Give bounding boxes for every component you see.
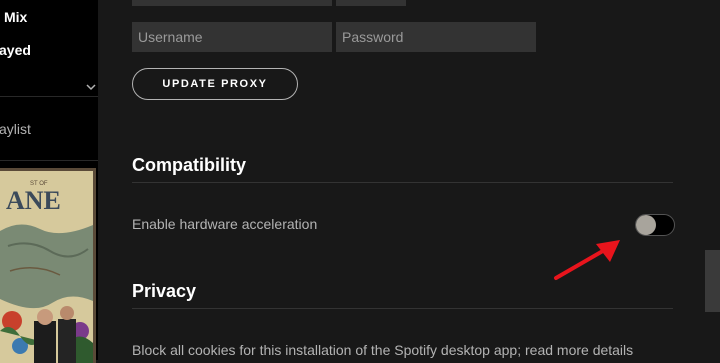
sidebar-item-mix[interactable]: Mix <box>4 9 27 25</box>
scrollbar-thumb[interactable] <box>705 250 720 312</box>
chevron-down-icon[interactable] <box>84 80 98 94</box>
album-cover-art[interactable]: ANE ST OF <box>0 168 96 363</box>
settings-panel: UPDATE PROXY Compatibility Enable hardwa… <box>98 0 720 360</box>
block-cookies-label: Block all cookies for this installation … <box>132 342 634 358</box>
sidebar-item-recently-played[interactable]: ayed <box>0 42 31 58</box>
privacy-heading: Privacy <box>132 281 197 301</box>
sidebar-divider <box>0 160 98 161</box>
sidebar-divider <box>0 96 98 97</box>
svg-text:ST OF: ST OF <box>30 181 48 187</box>
section-divider <box>132 182 673 183</box>
hardware-acceleration-label: Enable hardware acceleration <box>132 216 318 232</box>
sidebar: Mix ayed aylist ANE ST OF <box>0 0 98 363</box>
proxy-host-field[interactable] <box>132 0 332 6</box>
proxy-port-field[interactable] <box>336 0 406 6</box>
hardware-acceleration-toggle[interactable] <box>635 214 675 236</box>
username-field[interactable] <box>132 22 332 52</box>
album-artwork-image: ANE ST OF <box>0 171 93 363</box>
compatibility-heading: Compatibility <box>132 155 247 175</box>
update-proxy-button[interactable]: UPDATE PROXY <box>132 68 298 100</box>
password-field[interactable] <box>336 22 536 52</box>
svg-text:ANE: ANE <box>6 186 61 215</box>
annotation-arrow-icon <box>554 240 620 280</box>
toggle-knob <box>636 215 656 235</box>
sidebar-item-new-playlist[interactable]: aylist <box>0 121 31 137</box>
section-divider <box>132 308 673 309</box>
